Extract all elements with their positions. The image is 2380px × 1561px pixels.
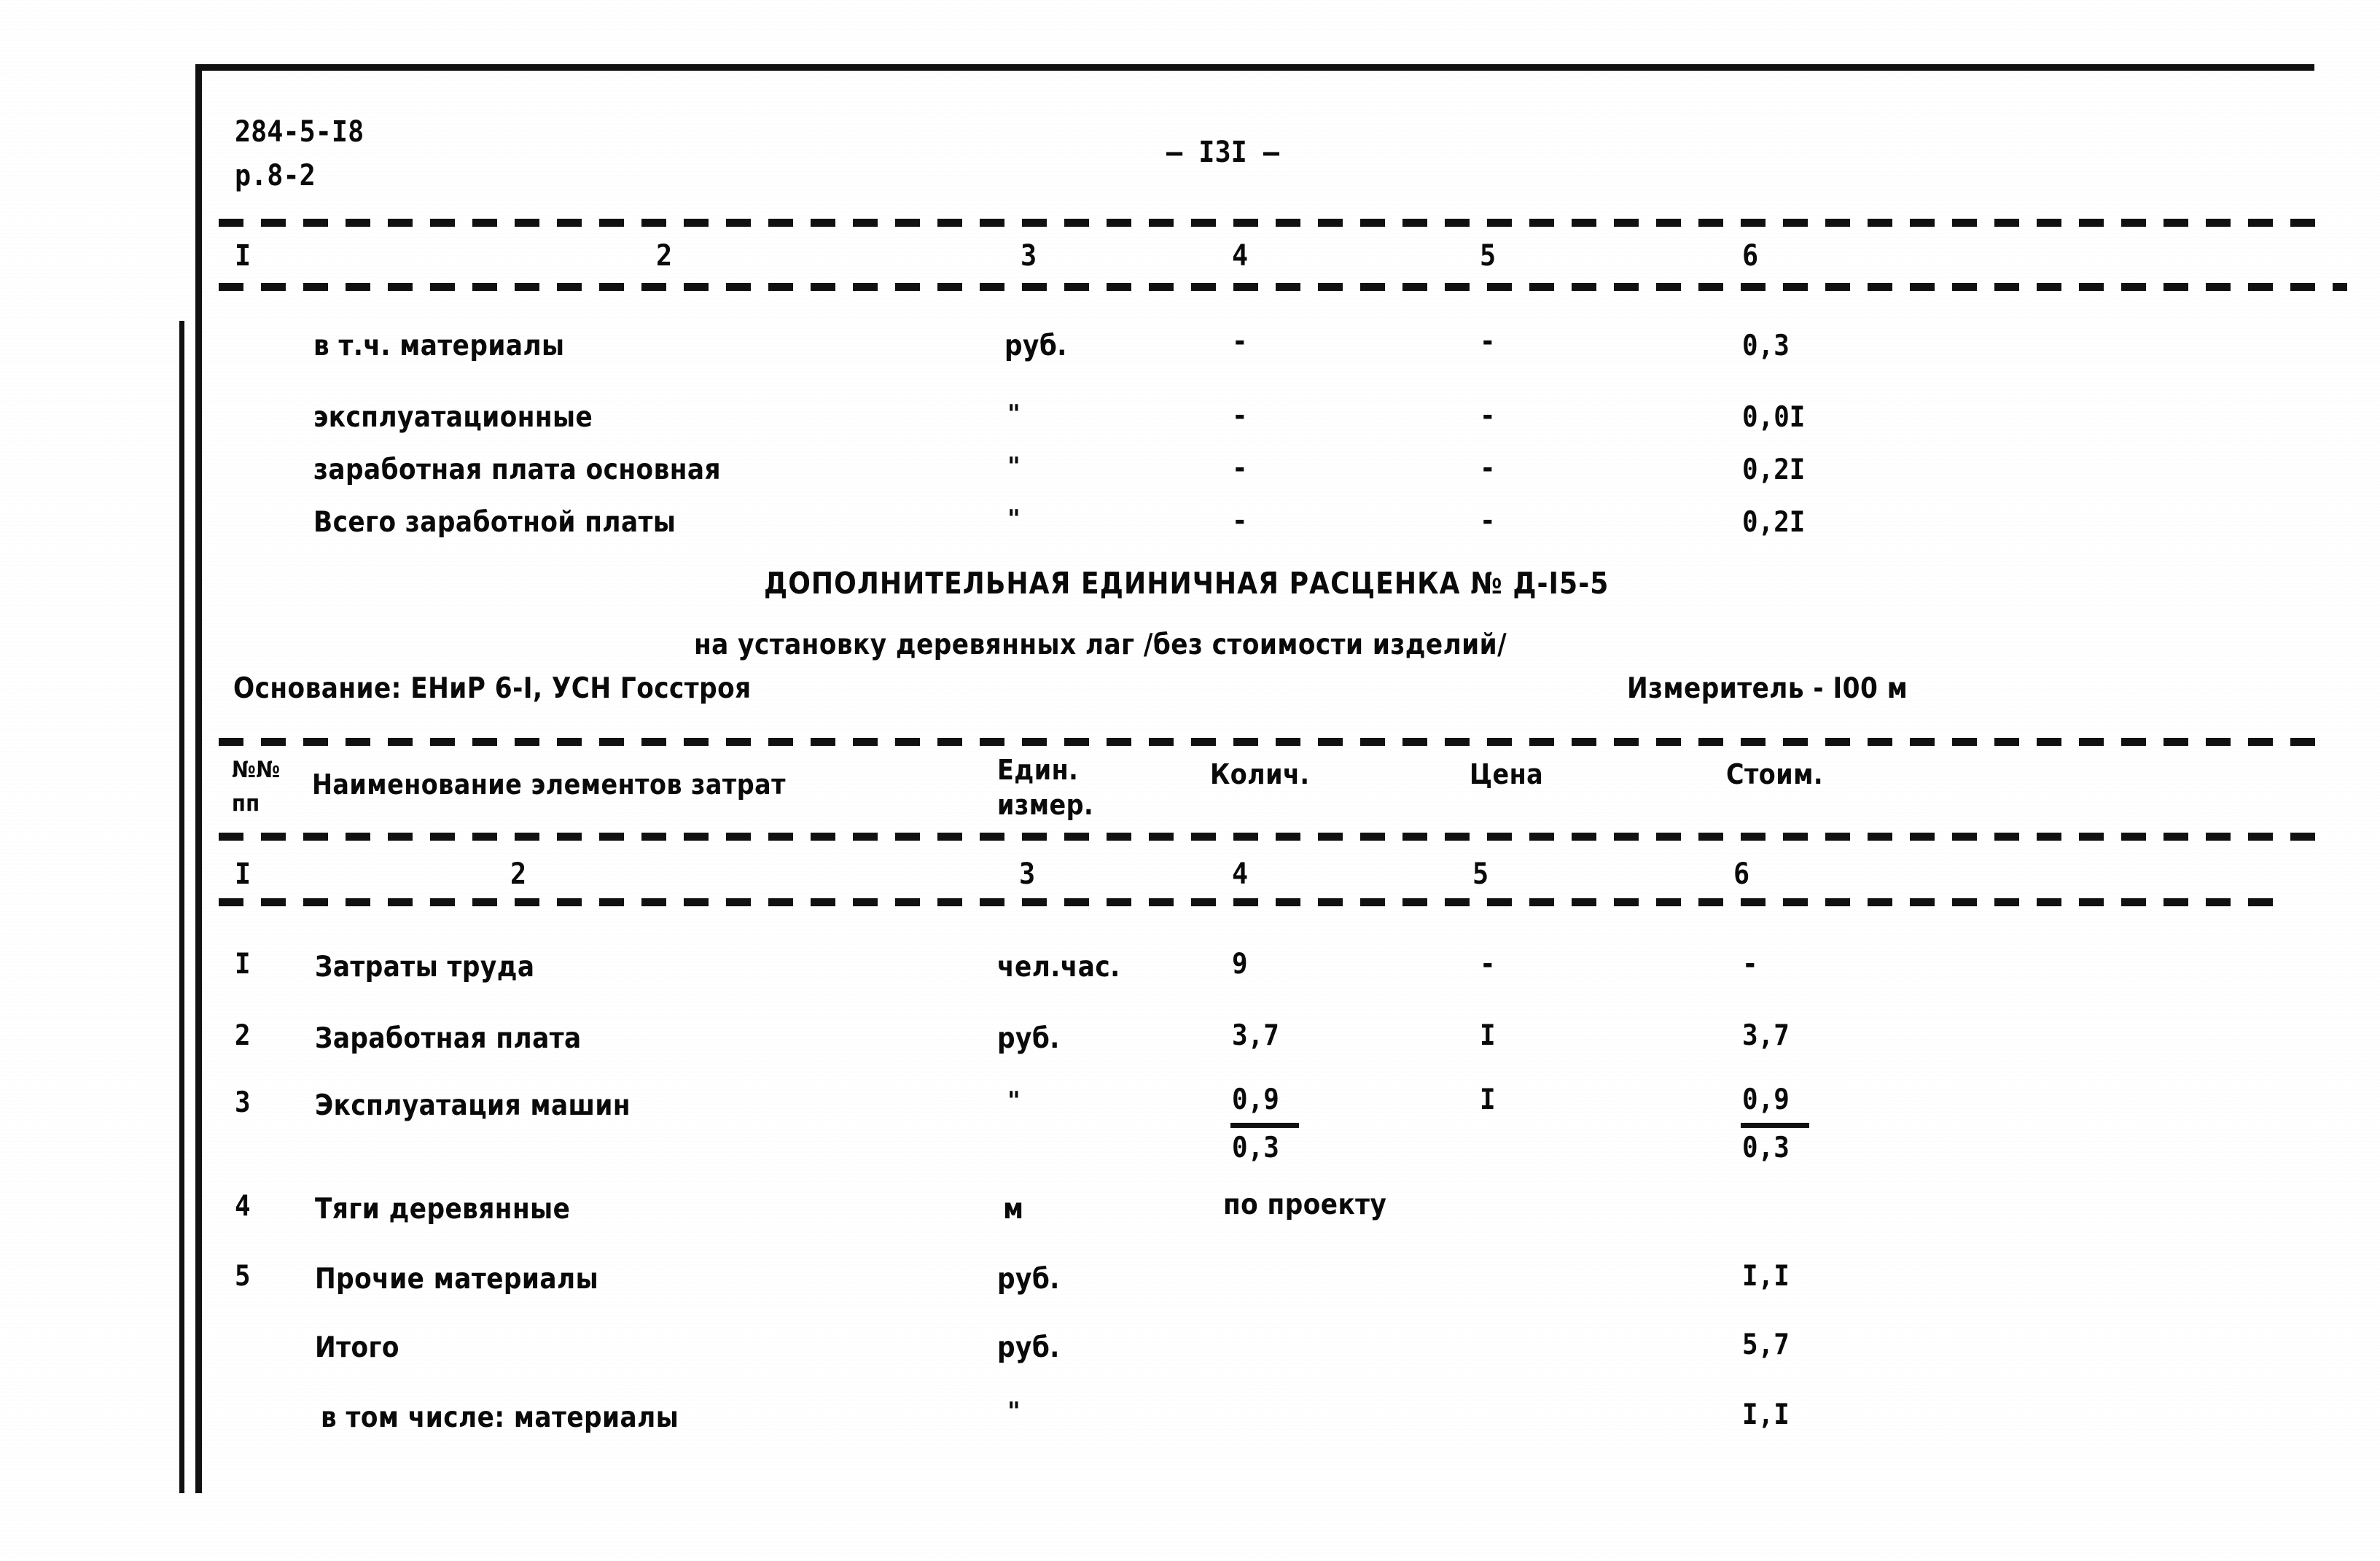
main-table-colnum-1: I xyxy=(235,857,251,891)
main-table-row-qty: по проекту xyxy=(1223,1188,1387,1221)
top-table-row-qty: - xyxy=(1232,400,1248,432)
main-table-subtotal-cost: I,I xyxy=(1742,1398,1790,1431)
main-table-header-cost: Стоим. xyxy=(1726,758,1824,790)
main-table-colnum-6: 6 xyxy=(1733,857,1750,891)
main-table-row-price: - xyxy=(1480,948,1496,981)
top-table-row-qty: - xyxy=(1232,452,1248,485)
main-table-row-cost-numerator: 0,9 xyxy=(1742,1083,1790,1116)
top-table-row-price: - xyxy=(1480,325,1496,358)
top-table-row-cost: 0,2I xyxy=(1742,506,1806,539)
top-table-row-qty: - xyxy=(1232,505,1248,537)
document-code-line2: р.8-2 xyxy=(235,159,316,192)
main-table-total-label: Итого xyxy=(315,1331,399,1364)
page-border-left xyxy=(195,64,202,1493)
document-code-line1: 284-5-I8 xyxy=(235,115,364,149)
main-table-subtotal-label: в том числе: материалы xyxy=(321,1401,679,1434)
main-table-header-no-line1: №№ xyxy=(232,757,281,783)
main-table-row-unit: руб. xyxy=(997,1263,1060,1296)
main-table-header-name: Наименование элементов затрат xyxy=(312,768,786,801)
main-table-colnum-5: 5 xyxy=(1472,857,1489,891)
top-table-row-qty: - xyxy=(1232,325,1248,358)
top-table-row-name: Всего заработной платы xyxy=(313,506,676,539)
top-table-row-name: заработная плата основная xyxy=(313,453,721,486)
main-table-row-no: 4 xyxy=(235,1190,251,1223)
main-table-row-name: Эксплуатация машин xyxy=(315,1089,631,1122)
top-table-colnum-4: 4 xyxy=(1232,239,1249,273)
top-table-row-cost: 0,3 xyxy=(1742,330,1790,362)
main-table-row-name: Заработная плата xyxy=(315,1022,582,1055)
main-table-row-name: Тяги деревянные xyxy=(315,1193,571,1226)
page-number: — I3I — xyxy=(1166,136,1280,169)
main-table-row-no: 2 xyxy=(235,1019,251,1052)
estimate-title: ДОПОЛНИТЕЛЬНАЯ ЕДИНИЧНАЯ РАСЦЕНКА № Д-I5… xyxy=(764,566,1610,601)
main-table-header-qty: Колич. xyxy=(1210,758,1310,790)
main-table-row-price: I xyxy=(1480,1083,1496,1116)
top-table-row-unit: " xyxy=(1007,400,1021,429)
main-table-rule-middle xyxy=(219,833,2325,841)
main-table-row-no: I xyxy=(235,948,251,981)
main-table-colnum-4: 4 xyxy=(1232,857,1249,891)
main-table-row-qty-denominator: 0,3 xyxy=(1232,1132,1279,1164)
main-table-row-qty: 9 xyxy=(1232,948,1248,981)
main-table-subtotal-unit: " xyxy=(1007,1397,1021,1426)
main-table-row-qty: 3,7 xyxy=(1232,1019,1279,1052)
top-table-row-cost: 0,2I xyxy=(1742,453,1806,486)
main-table-header-unit-line2: измер. xyxy=(997,789,1094,821)
top-table-colnum-5: 5 xyxy=(1480,239,1497,273)
top-table-colnum-2: 2 xyxy=(656,239,673,273)
top-table-row-cost: 0,0I xyxy=(1742,401,1806,434)
main-table-row-price: I xyxy=(1480,1019,1496,1052)
top-table-colnum-1: I xyxy=(235,239,251,273)
main-table-row-unit: чел.час. xyxy=(997,951,1120,984)
estimate-subtitle: на установку деревянных лаг /без стоимос… xyxy=(694,628,1507,661)
estimate-meter: Измеритель - I00 м xyxy=(1627,672,1908,705)
top-table-row-unit: " xyxy=(1007,505,1021,534)
main-table-row-unit: " xyxy=(1007,1086,1021,1116)
page-border-left-lower xyxy=(179,321,184,1493)
top-table-row-name: эксплуатационные xyxy=(313,401,593,434)
main-table-row-name: Затраты труда xyxy=(315,951,535,984)
page-border-top xyxy=(197,64,2314,71)
main-table-row-cost: - xyxy=(1742,948,1758,981)
top-table-row-price: - xyxy=(1480,452,1496,485)
top-table-colnum-3: 3 xyxy=(1021,239,1037,273)
scanned-document-page: 284-5-I8 р.8-2 — I3I — I 2 3 4 5 6 в т.ч… xyxy=(0,0,2380,1561)
main-table-total-cost: 5,7 xyxy=(1742,1328,1790,1361)
main-table-header-unit-line1: Един. xyxy=(997,754,1079,786)
main-table-row-qty-fraction-bar xyxy=(1230,1123,1299,1128)
main-table-row-cost: 3,7 xyxy=(1742,1019,1790,1052)
estimate-basis: Основание: ЕНиР 6-I, УСН Госстроя xyxy=(233,672,752,705)
top-table-colnum-6: 6 xyxy=(1742,239,1759,273)
main-table-row-unit: м xyxy=(1003,1193,1024,1226)
top-table-row-name: в т.ч. материалы xyxy=(313,330,565,362)
top-table-row-price: - xyxy=(1480,400,1496,432)
top-table-row-unit: " xyxy=(1007,452,1021,481)
main-table-row-no: 5 xyxy=(235,1260,251,1293)
main-table-row-cost-denominator: 0,3 xyxy=(1742,1132,1790,1164)
main-table-row-cost: I,I xyxy=(1742,1260,1790,1293)
main-table-header-no-line2: пп xyxy=(232,790,260,817)
main-table-total-unit: руб. xyxy=(997,1331,1060,1364)
top-table-row-unit: руб. xyxy=(1004,330,1067,362)
main-table-row-unit: руб. xyxy=(997,1022,1060,1055)
main-table-rule-upper xyxy=(219,738,2318,746)
main-table-row-qty-numerator: 0,9 xyxy=(1232,1083,1279,1116)
main-table-header-price: Цена xyxy=(1470,758,1544,790)
top-table-row-price: - xyxy=(1480,505,1496,537)
top-table-rule-upper xyxy=(219,219,2318,227)
main-table-row-no: 3 xyxy=(235,1086,251,1119)
main-table-row-name: Прочие материалы xyxy=(315,1263,599,1296)
main-table-row-cost-fraction-bar xyxy=(1741,1123,1809,1128)
main-table-rule-lower xyxy=(219,898,2274,906)
top-table-rule-lower xyxy=(219,283,2347,291)
main-table-colnum-2: 2 xyxy=(510,857,527,891)
main-table-colnum-3: 3 xyxy=(1019,857,1036,891)
